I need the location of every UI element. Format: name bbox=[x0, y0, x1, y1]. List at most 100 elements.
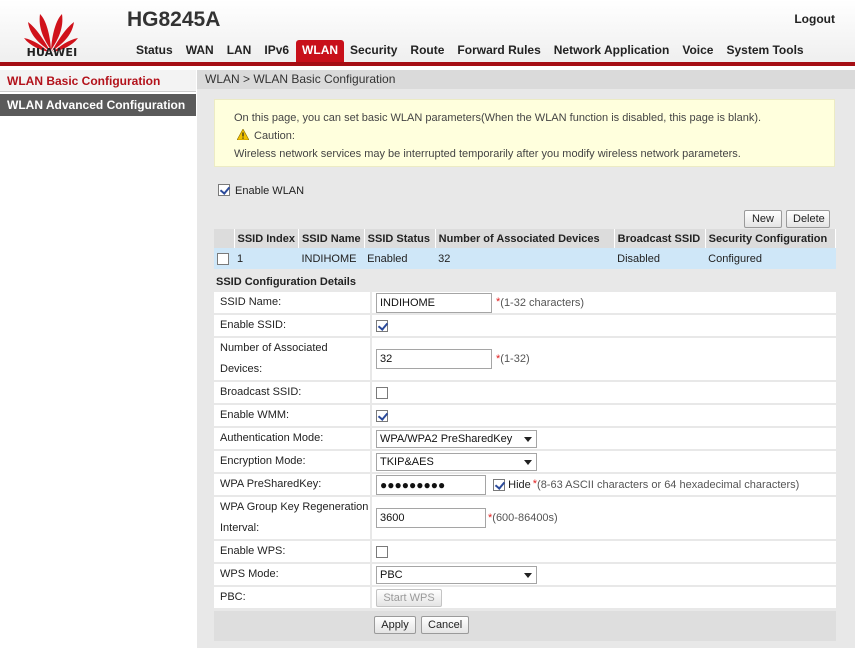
form-actions: Apply Cancel bbox=[214, 611, 836, 641]
nav-item-lan[interactable]: LAN bbox=[221, 40, 259, 62]
pbc-cell: Start WPS bbox=[371, 586, 836, 610]
enable-wps-checkbox[interactable] bbox=[376, 545, 388, 558]
enable-ssid-cell bbox=[371, 314, 836, 338]
table-row[interactable]: 1 INDIHOME Enabled 32 Disabled Configure… bbox=[214, 248, 836, 269]
encryption-mode-select[interactable]: TKIP&AES bbox=[376, 452, 537, 471]
enable-ssid-label: Enable SSID: bbox=[214, 314, 372, 338]
form-row-broadcast-ssid: Broadcast SSID: bbox=[214, 381, 836, 405]
column-header-associated-devices: Number of Associated Devices bbox=[435, 229, 615, 248]
psk-label: WPA PreSharedKey: bbox=[214, 473, 372, 497]
wps-mode-cell: PBC bbox=[371, 563, 836, 587]
group-key-interval-hint: (600-86400s) bbox=[492, 511, 558, 524]
select-column-header bbox=[214, 229, 235, 248]
ssid-name-label: SSID Name: bbox=[214, 292, 372, 315]
pbc-label: PBC: bbox=[214, 586, 372, 610]
enable-wlan-checkbox[interactable] bbox=[218, 184, 230, 196]
associated-devices-label: Number of Associated Devices: bbox=[214, 337, 372, 382]
wps-mode-select[interactable]: PBC bbox=[376, 565, 537, 584]
cancel-button[interactable]: Cancel bbox=[421, 616, 469, 634]
associated-devices-label-line2: Devices: bbox=[220, 363, 263, 375]
form-row-ssid-name: SSID Name: INDIHOME *(1-32 characters) bbox=[214, 292, 836, 315]
start-wps-button[interactable]: Start WPS bbox=[376, 588, 442, 607]
psk-hint: (8-63 ASCII characters or 64 hexadecimal… bbox=[537, 478, 800, 491]
header: HUAWEI HG8245A Logout Status WAN LAN IPv… bbox=[0, 0, 855, 66]
sidebar-item-wlan-basic[interactable]: WLAN Basic Configuration bbox=[0, 70, 196, 92]
associated-devices-cell: 32 *(1-32) bbox=[371, 337, 836, 382]
auth-mode-select[interactable]: WPA/WPA2 PreSharedKey bbox=[376, 429, 537, 448]
nav-item-network-application[interactable]: Network Application bbox=[548, 40, 677, 62]
row-select-checkbox[interactable] bbox=[217, 252, 229, 265]
ssid-config-form: SSID Name: INDIHOME *(1-32 characters) En… bbox=[214, 292, 836, 610]
nav-item-forward-rules[interactable]: Forward Rules bbox=[451, 40, 547, 62]
ssid-name-hint: (1-32 characters) bbox=[500, 296, 585, 309]
logout-link[interactable]: Logout bbox=[794, 12, 835, 26]
column-header-broadcast-ssid: Broadcast SSID bbox=[614, 229, 706, 248]
cell-security-configuration: Configured bbox=[705, 248, 836, 269]
enable-wlan-label: Enable WLAN bbox=[235, 185, 305, 197]
form-row-group-key-interval: WPA Group Key Regeneration Interval: 360… bbox=[214, 496, 836, 541]
enable-wmm-label: Enable WMM: bbox=[214, 404, 372, 428]
new-button[interactable]: New bbox=[744, 210, 782, 228]
chevron-down-icon bbox=[524, 572, 532, 578]
wps-mode-value: PBC bbox=[380, 568, 403, 581]
auth-mode-label: Authentication Mode: bbox=[214, 427, 372, 451]
notice-box: On this page, you can set basic WLAN par… bbox=[214, 99, 835, 167]
hide-psk-label: Hide bbox=[508, 478, 531, 491]
device-model-title: HG8245A bbox=[127, 8, 221, 31]
form-row-auth-mode: Authentication Mode: WPA/WPA2 PreSharedK… bbox=[214, 427, 836, 451]
enable-ssid-checkbox[interactable] bbox=[376, 319, 388, 332]
column-header-ssid-name: SSID Name bbox=[298, 229, 365, 248]
nav-item-security[interactable]: Security bbox=[344, 40, 404, 62]
form-row-enable-wmm: Enable WMM: bbox=[214, 404, 836, 428]
psk-cell: ●●●●●●●●● Hide *(8-63 ASCII characters or… bbox=[371, 473, 836, 497]
form-row-enable-wps: Enable WPS: bbox=[214, 540, 836, 564]
nav-item-system-tools[interactable]: System Tools bbox=[720, 40, 810, 62]
top-nav: Status WAN LAN IPv6 WLAN Security Route … bbox=[130, 40, 811, 62]
warning-icon bbox=[237, 129, 249, 140]
enable-wlan-row: Enable WLAN bbox=[218, 184, 304, 197]
encryption-mode-value: TKIP&AES bbox=[380, 455, 434, 468]
nav-item-route[interactable]: Route bbox=[404, 40, 451, 62]
breadcrumb: WLAN > WLAN Basic Configuration bbox=[197, 70, 855, 89]
cell-associated-devices: 32 bbox=[435, 248, 615, 269]
chevron-down-icon bbox=[524, 459, 532, 465]
delete-button[interactable]: Delete bbox=[786, 210, 830, 228]
notice-text: On this page, you can set basic WLAN par… bbox=[234, 112, 762, 124]
group-key-interval-cell: 3600 *(600-86400s) bbox=[371, 496, 836, 541]
nav-item-ipv6[interactable]: IPv6 bbox=[258, 40, 296, 62]
group-key-interval-label-line1: WPA Group Key Regeneration bbox=[220, 501, 369, 513]
column-header-security-configuration: Security Configuration bbox=[705, 229, 837, 248]
auth-mode-cell: WPA/WPA2 PreSharedKey bbox=[371, 427, 836, 451]
row-select-cell bbox=[214, 248, 234, 269]
encryption-mode-label: Encryption Mode: bbox=[214, 450, 372, 474]
broadcast-ssid-cell bbox=[371, 381, 836, 405]
associated-devices-input[interactable]: 32 bbox=[376, 349, 492, 369]
nav-item-wlan[interactable]: WLAN bbox=[296, 40, 345, 62]
cell-ssid-name: INDIHOME bbox=[298, 248, 365, 269]
enable-wps-cell bbox=[371, 540, 836, 564]
hide-psk-checkbox[interactable] bbox=[493, 478, 506, 491]
brand-logo-text: HUAWEI bbox=[26, 46, 78, 59]
broadcast-ssid-checkbox[interactable] bbox=[376, 386, 388, 399]
group-key-interval-label-line2: Interval: bbox=[220, 522, 260, 534]
enable-wmm-checkbox[interactable] bbox=[376, 409, 388, 422]
nav-item-voice[interactable]: Voice bbox=[676, 40, 720, 62]
group-key-interval-input[interactable]: 3600 bbox=[376, 508, 486, 528]
ssid-table: SSID Index SSID Name SSID Status Number … bbox=[214, 229, 837, 269]
nav-item-wan[interactable]: WAN bbox=[180, 40, 221, 62]
psk-password-input[interactable]: ●●●●●●●●● bbox=[376, 474, 486, 495]
wps-mode-label: WPS Mode: bbox=[214, 563, 372, 587]
sidebar-item-wlan-advanced[interactable]: WLAN Advanced Configuration bbox=[0, 94, 196, 116]
cell-ssid-status: Enabled bbox=[364, 248, 436, 269]
associated-devices-label-line1: Number of Associated bbox=[220, 342, 328, 354]
table-header-row: SSID Index SSID Name SSID Status Number … bbox=[214, 229, 837, 248]
apply-button[interactable]: Apply bbox=[374, 616, 416, 634]
column-header-ssid-status: SSID Status bbox=[364, 229, 436, 248]
ssid-name-input[interactable]: INDIHOME bbox=[376, 292, 492, 313]
broadcast-ssid-label: Broadcast SSID: bbox=[214, 381, 372, 405]
nav-item-status[interactable]: Status bbox=[130, 40, 180, 62]
caution-label: Caution: bbox=[254, 130, 295, 142]
auth-mode-value: WPA/WPA2 PreSharedKey bbox=[380, 432, 513, 445]
caution-line: Caution: bbox=[234, 127, 834, 145]
section-title: SSID Configuration Details bbox=[216, 276, 356, 288]
